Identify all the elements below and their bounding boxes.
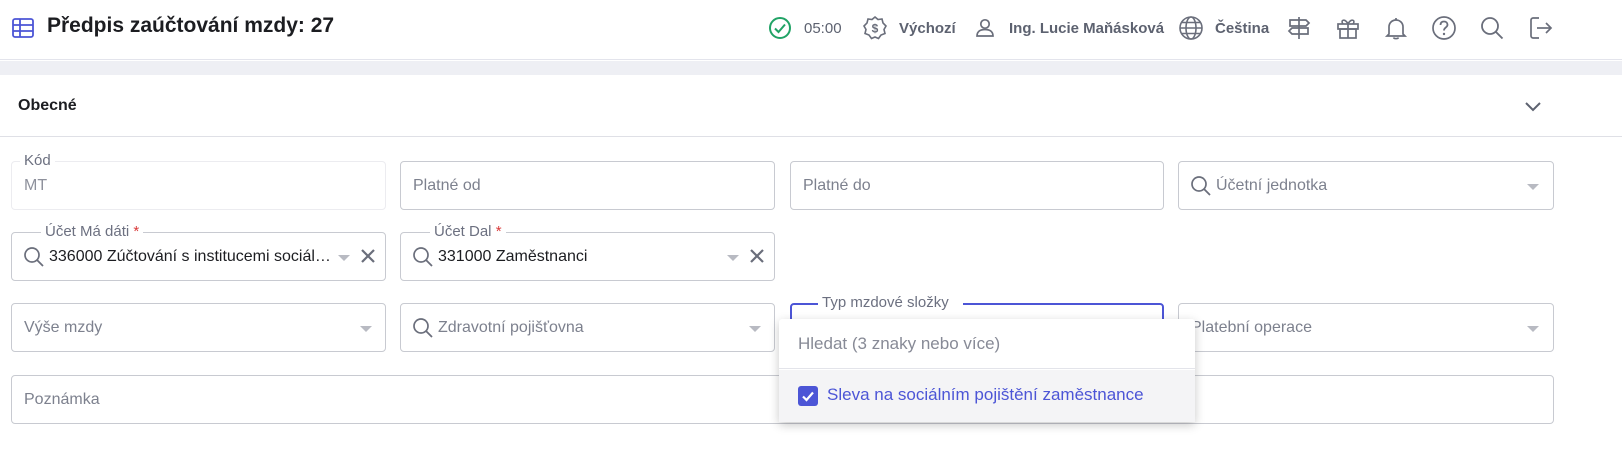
ucet-ma-dati-value: 336000 Zúčtování s institucemi sociálníh… — [49, 248, 335, 265]
session-timer[interactable]: 05:00 — [768, 14, 842, 42]
checkbox-checked-icon[interactable] — [798, 386, 818, 406]
kod-field: Kód MT — [11, 152, 386, 210]
bell-icon — [1384, 18, 1408, 40]
chevron-down-icon[interactable] — [1522, 95, 1544, 117]
signpost-icon — [1287, 17, 1311, 39]
platne-od-field[interactable]: Platné od — [400, 161, 775, 210]
typ-mzdove-slozky-label: Typ mzdové složky — [818, 294, 963, 312]
chevron-down-icon[interactable] — [360, 326, 372, 332]
platebni-operace-field[interactable]: Platební operace — [1178, 303, 1554, 352]
platne-od-placeholder: Platné od — [413, 177, 481, 194]
kod-label: Kód — [20, 152, 55, 170]
gift-button[interactable] — [1334, 14, 1362, 42]
search-icon — [1481, 17, 1504, 40]
ucet-ma-dati-label: Účet Má dáti * — [41, 223, 144, 241]
zdravotni-pojistovna-placeholder: Zdravotní pojišťovna — [438, 319, 584, 336]
dropdown-option[interactable]: Sleva na sociálním pojištění zaměstnance — [779, 370, 1195, 422]
global-search-button[interactable] — [1478, 14, 1506, 42]
chevron-down-icon[interactable] — [1527, 184, 1539, 190]
section-title: Obecné — [18, 97, 77, 114]
timer-text: 05:00 — [804, 19, 842, 37]
gift-icon — [1337, 19, 1359, 39]
dollar-badge-icon: $ — [863, 15, 887, 40]
search-icon — [413, 247, 433, 267]
close-icon[interactable] — [747, 246, 767, 266]
dropdown-search-input[interactable]: Hledat (3 znaky nebo více) — [779, 319, 1195, 369]
dropdown-search-placeholder: Hledat (3 znaky nebo více) — [798, 334, 1001, 353]
platebni-operace-placeholder: Platební operace — [1191, 319, 1312, 336]
ucet-ma-dati-field[interactable]: Účet Má dáti * 336000 Zúčtování s instit… — [11, 223, 386, 281]
section-header-general[interactable]: Obecné — [0, 75, 1622, 137]
user-name: Ing. Lucie Maňásková — [1009, 19, 1165, 37]
chevron-down-icon[interactable] — [1527, 326, 1539, 332]
checkmark-icon — [802, 391, 814, 402]
platne-do-field[interactable]: Platné do — [790, 161, 1164, 210]
user-menu[interactable]: Ing. Lucie Maňásková — [973, 14, 1164, 42]
help-button[interactable] — [1430, 14, 1458, 42]
vyse-mzdy-field[interactable]: Výše mzdy — [11, 303, 386, 352]
table-icon — [12, 18, 34, 38]
notifications-button[interactable] — [1382, 14, 1410, 42]
dropdown-option-label: Sleva na sociálním pojištění zaměstnance — [827, 385, 1144, 404]
help-icon — [1432, 16, 1456, 40]
top-bar: Předpis zaúčtování mzdy: 27 05:00 $ Vých… — [0, 0, 1622, 60]
language-menu[interactable]: Čeština — [1178, 14, 1269, 42]
vyse-mzdy-placeholder: Výše mzdy — [24, 319, 103, 336]
zdravotni-pojistovna-field[interactable]: Zdravotní pojišťovna — [400, 303, 775, 352]
check-circle-icon — [769, 17, 791, 39]
close-icon[interactable] — [358, 246, 378, 266]
currency-profile-menu[interactable]: $ Výchozí — [862, 14, 956, 42]
signpost-button[interactable] — [1285, 14, 1313, 42]
search-icon — [413, 318, 433, 338]
kod-value: MT — [24, 177, 48, 194]
ucetni-jednotka-placeholder: Účetní jednotka — [1216, 177, 1328, 194]
header-shadow — [0, 61, 1622, 75]
chevron-down-icon[interactable] — [749, 326, 761, 332]
chevron-down-icon[interactable] — [338, 255, 350, 261]
page-title: Předpis zaúčtování mzdy: 27 — [47, 14, 335, 37]
logout-button[interactable] — [1527, 14, 1555, 42]
search-icon — [1191, 176, 1211, 196]
ucet-dal-field[interactable]: Účet Dal * 331000 Zaměstnanci — [400, 223, 775, 281]
ucet-dal-label: Účet Dal * — [430, 223, 506, 241]
ucet-dal-value: 331000 Zaměstnanci — [438, 248, 588, 265]
typ-mzdove-slozky-dropdown: Hledat (3 znaky nebo více) Sleva na soci… — [779, 319, 1195, 422]
svg-text:$: $ — [872, 22, 879, 36]
ucetni-jednotka-field[interactable]: Účetní jednotka — [1178, 161, 1554, 210]
language-label: Čeština — [1215, 19, 1270, 37]
globe-icon — [1179, 16, 1203, 40]
user-icon — [976, 18, 994, 37]
platne-do-placeholder: Platné do — [803, 177, 871, 194]
chevron-down-icon[interactable] — [727, 255, 739, 261]
poznamka-placeholder: Poznámka — [24, 391, 100, 408]
currency-profile-label: Výchozí — [899, 19, 956, 37]
logout-icon — [1530, 17, 1553, 39]
search-icon — [24, 247, 44, 267]
